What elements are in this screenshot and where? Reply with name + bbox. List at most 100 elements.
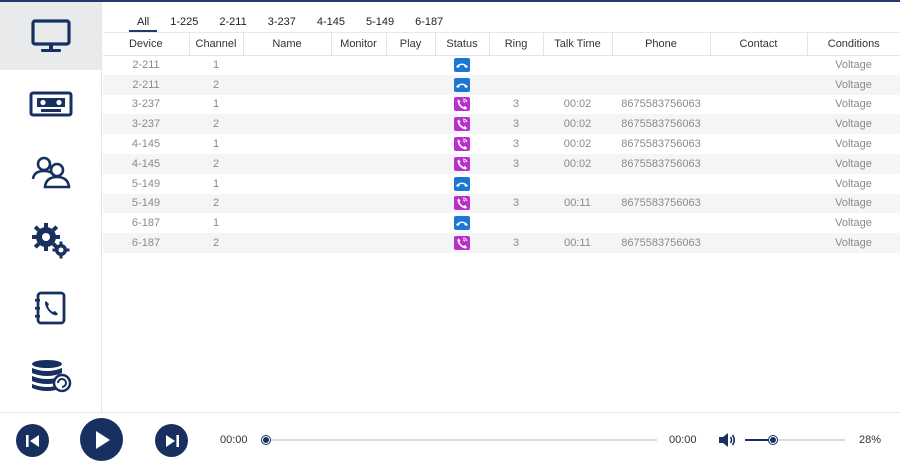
cell-contact xyxy=(710,55,807,75)
call-active-icon xyxy=(454,137,470,152)
cell-conditions: Voltage xyxy=(835,177,872,190)
sidebar-item-database[interactable] xyxy=(0,342,101,410)
cell-contact xyxy=(710,74,807,95)
column-header-contact[interactable]: Contact xyxy=(710,33,808,56)
cell-contact xyxy=(710,95,807,115)
table-row[interactable]: 3-237 1 3 00:02 8675583756063 Voltage xyxy=(103,95,900,115)
sidebar-item-monitor[interactable] xyxy=(0,2,101,70)
cell-channel: 1 xyxy=(212,177,220,190)
cell-monitor xyxy=(331,153,386,174)
cell-play xyxy=(386,213,435,233)
column-header-talk-time[interactable]: Talk Time xyxy=(543,33,613,56)
cell-name xyxy=(243,55,331,75)
table-row[interactable]: 4-145 1 3 00:02 8675583756063 Voltage xyxy=(103,134,900,154)
skip-next-icon xyxy=(165,434,179,447)
cell-device: 2-211 xyxy=(132,59,160,72)
next-button[interactable] xyxy=(155,424,188,457)
table-row[interactable]: 5-149 1 Voltage xyxy=(103,174,900,194)
cell-ring xyxy=(489,55,543,75)
cell-name xyxy=(243,174,331,194)
column-header-status[interactable]: Status xyxy=(435,33,490,56)
tab-6-187[interactable]: 6-187 xyxy=(413,16,445,32)
sidebar-item-phonebook[interactable] xyxy=(0,274,101,342)
cell-contact xyxy=(710,114,807,135)
table-row[interactable]: 4-145 2 3 00:02 8675583756063 Voltage xyxy=(103,153,900,174)
volume-handle[interactable] xyxy=(769,436,777,444)
sidebar-item-recordings[interactable] xyxy=(0,70,101,138)
seek-slider[interactable] xyxy=(262,436,657,444)
cell-conditions: Voltage xyxy=(807,193,900,214)
column-header-monitor[interactable]: Monitor xyxy=(331,33,387,56)
cell-ring: 3 xyxy=(489,153,543,174)
cell-name xyxy=(243,153,331,174)
cell-conditions: Voltage xyxy=(835,217,872,230)
column-header-channel[interactable]: Channel xyxy=(189,33,244,56)
table-row[interactable]: 6-187 2 3 00:11 8675583756063 Voltage xyxy=(103,233,900,253)
cell-monitor xyxy=(331,174,386,194)
on-hook-icon xyxy=(454,58,470,73)
cell-channel: 2 xyxy=(189,193,243,214)
cell-conditions: Voltage xyxy=(807,74,900,95)
cell-monitor xyxy=(331,193,386,214)
cell-play xyxy=(386,74,435,95)
table-header-row: Device Channel Name Monitor Play Status … xyxy=(103,33,900,56)
play-button[interactable] xyxy=(80,418,123,461)
cell-conditions: Voltage xyxy=(835,98,872,111)
volume-icon[interactable] xyxy=(718,432,736,448)
sidebar xyxy=(0,2,102,412)
on-hook-icon xyxy=(454,176,470,191)
cell-conditions: Voltage xyxy=(835,59,872,72)
cell-name xyxy=(243,95,331,115)
cell-status xyxy=(435,134,489,154)
tab-4-145[interactable]: 4-145 xyxy=(315,16,347,32)
cell-contact xyxy=(710,174,807,194)
table-row[interactable]: 6-187 1 Voltage xyxy=(103,213,900,233)
column-header-play[interactable]: Play xyxy=(386,33,436,56)
cell-status xyxy=(435,233,489,253)
tab-2-211[interactable]: 2-211 xyxy=(217,16,248,32)
cell-talk-time: 00:02 xyxy=(543,114,612,135)
volume-slider[interactable] xyxy=(745,436,845,444)
column-header-device[interactable]: Device xyxy=(103,33,190,56)
column-header-ring[interactable]: Ring xyxy=(489,33,544,56)
tab-1-225[interactable]: 1-225 xyxy=(168,16,200,32)
table-row[interactable]: 5-149 2 3 00:11 8675583756063 Voltage xyxy=(103,193,900,214)
cell-phone: 8675583756063 xyxy=(621,138,701,151)
cell-talk-time xyxy=(543,74,612,95)
previous-button[interactable] xyxy=(16,424,49,457)
cell-conditions: Voltage xyxy=(807,114,900,135)
tab-all[interactable]: All xyxy=(128,16,158,32)
cell-name xyxy=(243,134,331,154)
cell-channel: 2 xyxy=(189,233,243,253)
cell-monitor xyxy=(331,233,386,253)
call-active-icon xyxy=(454,156,470,171)
tab-3-237[interactable]: 3-237 xyxy=(266,16,298,32)
column-header-phone[interactable]: Phone xyxy=(612,33,711,56)
tab-5-149[interactable]: 5-149 xyxy=(364,16,396,32)
column-header-conditions[interactable]: Conditions xyxy=(807,33,900,56)
cell-channel: 2 xyxy=(189,153,243,174)
cell-play xyxy=(386,233,435,253)
cell-status xyxy=(435,153,489,174)
cassette-recording-icon xyxy=(29,91,72,117)
cell-talk-time: 00:02 xyxy=(543,153,612,174)
table-row[interactable]: 2-211 2 Voltage xyxy=(103,74,900,95)
column-header-name[interactable]: Name xyxy=(243,33,332,56)
sidebar-item-contacts[interactable] xyxy=(0,138,101,206)
seek-handle[interactable] xyxy=(262,436,270,444)
cell-play xyxy=(386,193,435,214)
cell-phone xyxy=(612,74,710,95)
cell-phone: 8675583756063 xyxy=(621,98,701,111)
cell-phone xyxy=(612,213,710,233)
call-active-icon xyxy=(454,97,470,112)
cell-name xyxy=(243,233,331,253)
cell-status xyxy=(435,114,489,135)
cell-name xyxy=(243,193,331,214)
cell-conditions: Voltage xyxy=(807,233,900,253)
table-row[interactable]: 3-237 2 3 00:02 8675583756063 Voltage xyxy=(103,114,900,135)
table-row[interactable]: 2-211 1 Voltage xyxy=(103,55,900,75)
contacts-users-icon xyxy=(31,156,70,189)
sidebar-item-settings[interactable] xyxy=(0,206,101,274)
cell-phone: 8675583756063 xyxy=(612,153,710,174)
cell-status xyxy=(435,174,489,194)
